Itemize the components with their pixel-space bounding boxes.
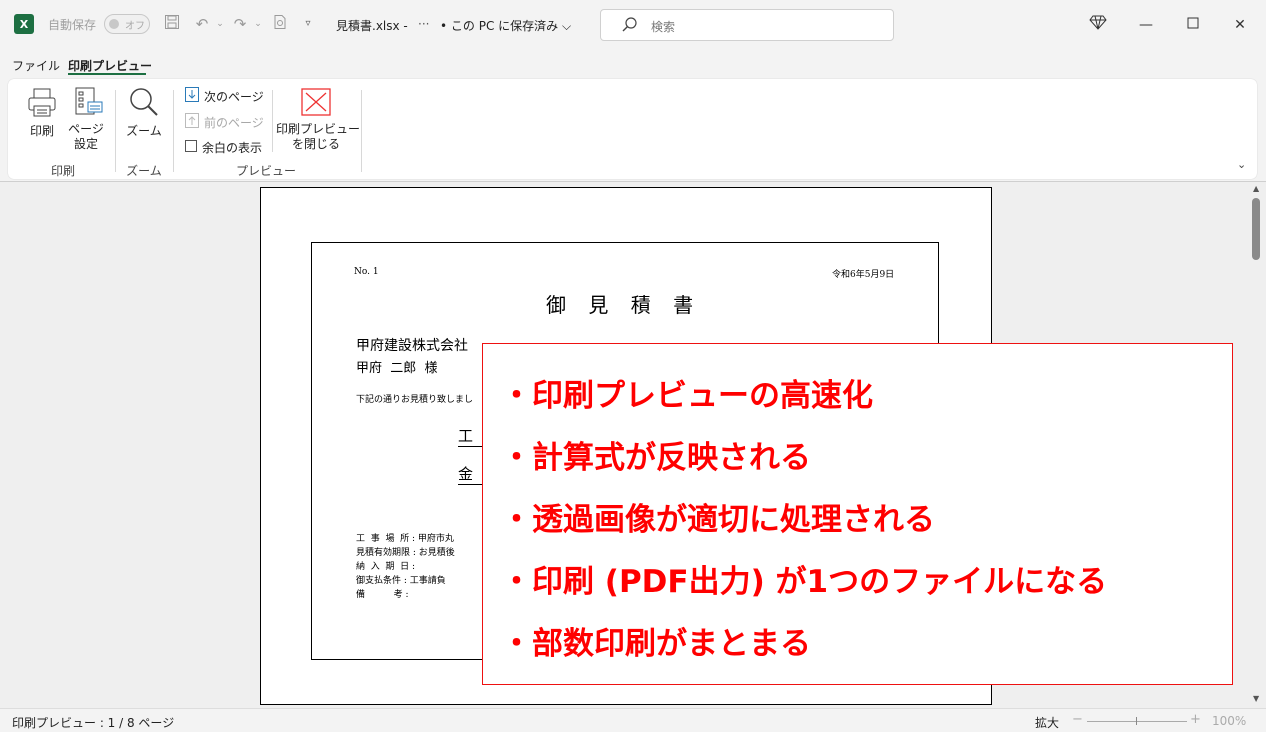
minimize-icon[interactable]: — bbox=[1134, 13, 1158, 37]
zoom-slider[interactable] bbox=[1087, 721, 1187, 722]
previous-page-button[interactable]: 前のページ bbox=[204, 114, 264, 131]
doc-detail-row: 納 入 期 日 : bbox=[356, 562, 416, 572]
doc-number: No. 1 bbox=[354, 267, 379, 277]
zoom-out-icon[interactable]: − bbox=[1072, 712, 1083, 727]
autosave-label: 自動保存 bbox=[48, 18, 97, 32]
undo-icon[interactable]: ↶ bbox=[192, 14, 212, 34]
file-name: 見積書.xlsx - bbox=[336, 19, 408, 33]
maximize-icon[interactable] bbox=[1181, 13, 1205, 37]
redo-dropdown-icon[interactable]: ⌄ bbox=[248, 14, 268, 34]
group-label-zoom: ズーム bbox=[126, 164, 162, 178]
show-margins-checkbox[interactable] bbox=[185, 140, 197, 152]
save-icon[interactable] bbox=[162, 14, 182, 34]
print-button[interactable]: 印刷 bbox=[22, 122, 62, 139]
toggle-knob bbox=[109, 19, 119, 29]
previous-page-icon bbox=[185, 113, 199, 128]
doc-intro: 下記の通りお見積り致しまし bbox=[356, 395, 474, 405]
scroll-up-icon[interactable]: ▲ bbox=[1253, 184, 1259, 193]
zoom-in-label[interactable]: 拡大 bbox=[1035, 714, 1059, 731]
ribbon-separator bbox=[272, 90, 273, 152]
close-preview-icon[interactable] bbox=[301, 88, 331, 116]
doc-detail-row: 工 事 場 所 : 甲府市丸 bbox=[356, 534, 454, 544]
page-setup-icon[interactable] bbox=[72, 86, 104, 118]
redo-icon[interactable]: ↷ bbox=[230, 14, 250, 34]
search-placeholder: 検索 bbox=[651, 20, 676, 34]
doc-person: 甲府 二郎 様 bbox=[356, 361, 438, 376]
close-icon[interactable]: ✕ bbox=[1228, 13, 1252, 37]
page-setup-button[interactable]: ページ 設定 bbox=[64, 122, 108, 152]
save-status-label: • この PC に保存済み bbox=[440, 19, 559, 33]
doc-company: 甲府建設株式会社 bbox=[356, 338, 468, 354]
search-box[interactable]: 検索 bbox=[600, 9, 894, 41]
doc-detail-row: 備 考 : bbox=[356, 590, 409, 600]
callout-item: ・印刷プレビューの高速化 bbox=[501, 378, 873, 414]
excel-app-icon: X bbox=[14, 14, 34, 34]
page-status: 印刷プレビュー : 1 / 8 ページ bbox=[12, 716, 175, 730]
close-preview-button[interactable]: 印刷プレビュー を閉じる bbox=[276, 122, 360, 152]
show-margins-label: 余白の表示 bbox=[202, 141, 263, 155]
zoom-in-icon[interactable]: + bbox=[1190, 712, 1201, 727]
doc-title: 御 見 積 書 bbox=[546, 293, 702, 317]
ribbon-separator bbox=[361, 90, 362, 172]
tab-print-preview[interactable]: 印刷プレビュー bbox=[68, 57, 152, 74]
callout-item: ・計算式が反映される bbox=[501, 440, 811, 476]
undo-dropdown-icon[interactable]: ⌄ bbox=[210, 14, 230, 34]
group-label-preview: プレビュー bbox=[235, 164, 296, 178]
doc-date: 令和6年5月9日 bbox=[832, 270, 895, 280]
callout-item: ・部数印刷がまとまる bbox=[501, 626, 811, 662]
callout-item: ・透過画像が適切に処理される bbox=[501, 502, 935, 538]
chevron-down-icon: ⌵ bbox=[561, 19, 572, 33]
zoom-icon[interactable] bbox=[127, 86, 159, 118]
zoom-level: 100% bbox=[1212, 714, 1247, 728]
zoom-button[interactable]: ズーム bbox=[122, 122, 166, 139]
autosave-state: オフ bbox=[125, 21, 145, 32]
tab-file[interactable]: ファイル bbox=[12, 57, 60, 74]
ribbon-separator bbox=[173, 90, 174, 172]
autosave-toggle[interactable]: オフ bbox=[104, 14, 150, 34]
ribbon-separator bbox=[115, 90, 116, 172]
doc-detail-row: 御支払条件 : 工事請負 bbox=[356, 576, 446, 586]
doc-detail-row: 見積有効期限 : お見積後 bbox=[356, 548, 455, 558]
search-icon bbox=[621, 16, 639, 34]
zoom-slider-thumb[interactable] bbox=[1136, 717, 1137, 725]
customize-icon[interactable]: ▿ bbox=[298, 14, 318, 34]
next-page-icon bbox=[185, 87, 199, 102]
scrollbar-thumb[interactable] bbox=[1252, 198, 1260, 260]
vertical-scrollbar[interactable]: ▲ ▼ bbox=[1248, 182, 1266, 708]
scroll-down-icon[interactable]: ▼ bbox=[1253, 694, 1259, 703]
printer-icon[interactable] bbox=[26, 86, 58, 118]
diamond-icon[interactable] bbox=[1086, 13, 1110, 37]
ribbon-collapse-icon[interactable]: ⌄ bbox=[1237, 158, 1246, 171]
active-tab-indicator bbox=[68, 73, 146, 75]
status-bar: 印刷プレビュー : 1 / 8 ページ 拡大 − + 100% bbox=[0, 708, 1266, 732]
feature-callout: ・印刷プレビューの高速化 ・計算式が反映される ・透過画像が適切に処理される ・… bbox=[482, 343, 1233, 685]
title-bar: X 自動保存 オフ ↶ ⌄ ↷ ⌄ ▿ 見積書.xlsx - ··· • この … bbox=[0, 0, 1266, 50]
preview-icon[interactable] bbox=[270, 14, 290, 34]
callout-item: ・印刷 (PDF出力) が1つのファイルになる bbox=[501, 564, 1108, 600]
next-page-button[interactable]: 次のページ bbox=[204, 88, 264, 105]
group-label-print: 印刷 bbox=[50, 164, 75, 178]
more-icon: ··· bbox=[418, 17, 430, 31]
save-status[interactable]: • この PC に保存済み ⌵ bbox=[440, 17, 571, 34]
